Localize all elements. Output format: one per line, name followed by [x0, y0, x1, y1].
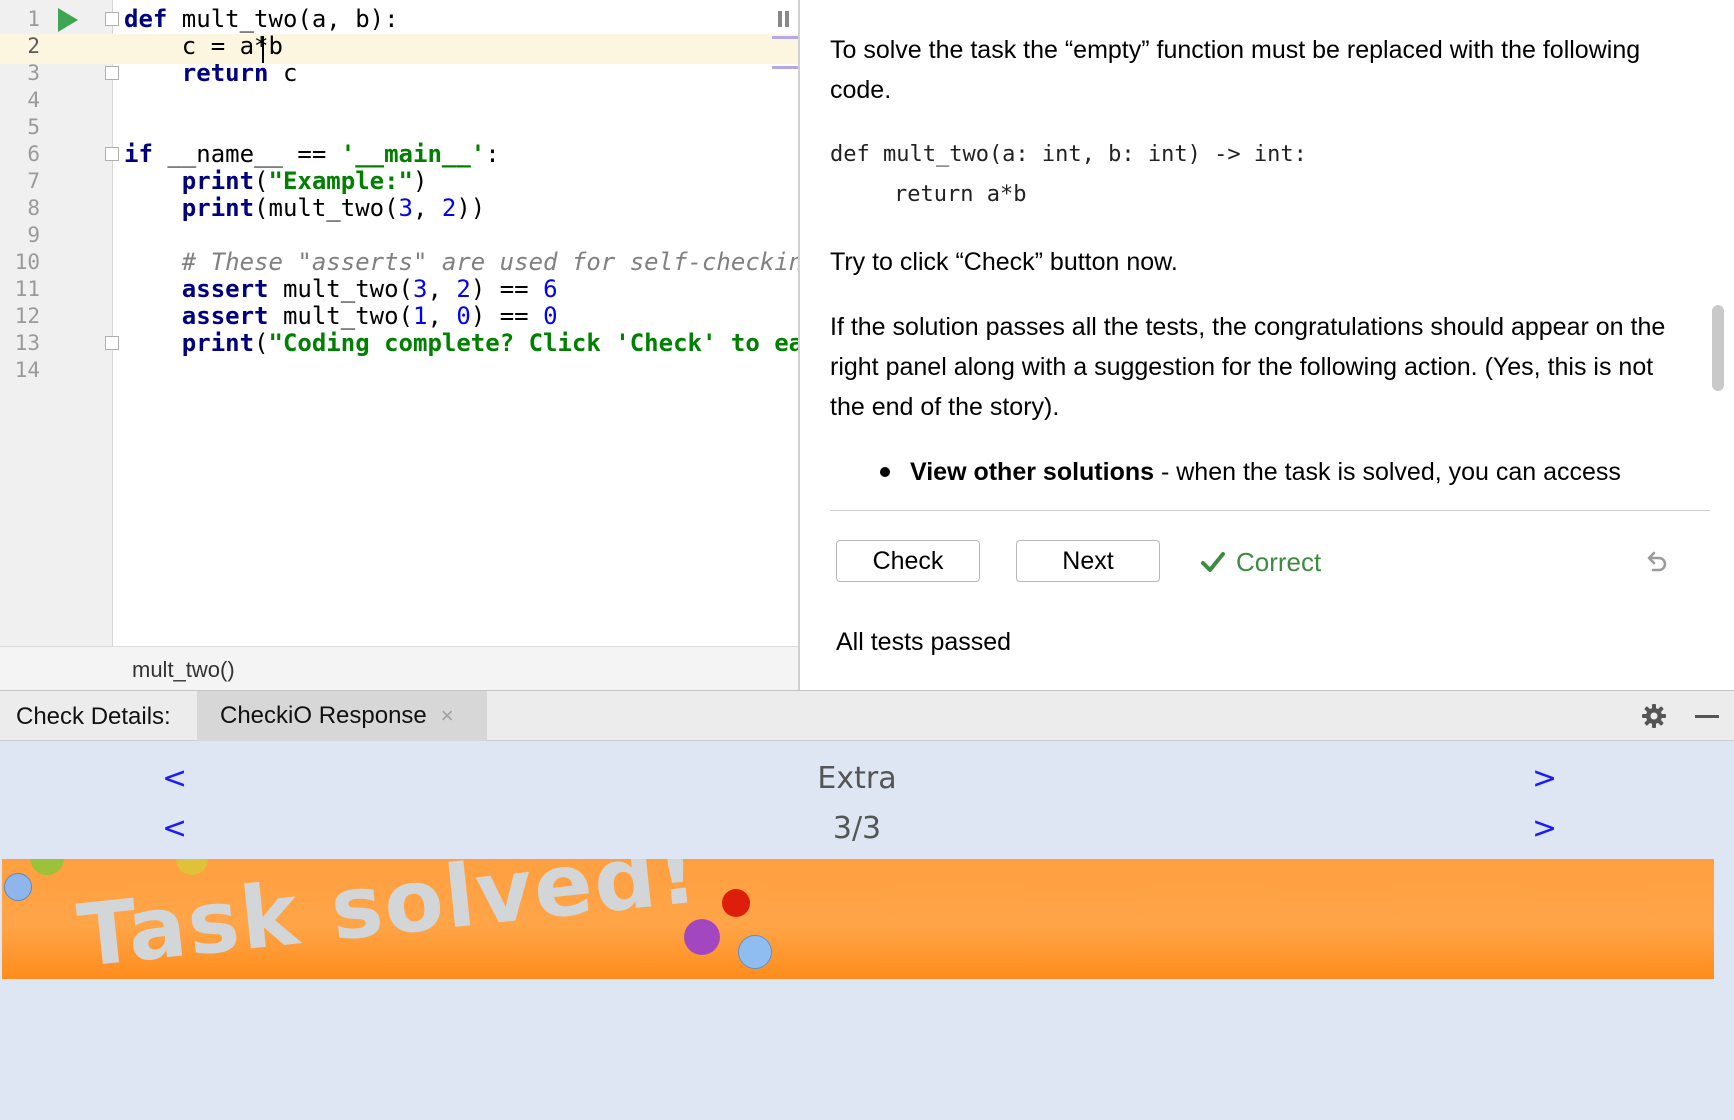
gear-icon[interactable]: [1641, 703, 1667, 729]
fold-icon[interactable]: [105, 12, 119, 26]
run-icon[interactable]: [58, 8, 78, 32]
line-number: 9: [27, 223, 40, 247]
divider: [830, 510, 1710, 511]
tool-window-title: Check Details:: [16, 703, 171, 730]
change-marker: [772, 36, 798, 39]
task-paragraph: To solve the task the “empty” function m…: [830, 36, 1641, 104]
task-bullet: View other solutions - when the task is …: [910, 452, 1710, 492]
code-line[interactable]: print("Coding complete? Click 'Check' to…: [124, 328, 798, 358]
line-number: 4: [27, 88, 40, 112]
status-label: Correct: [1236, 546, 1322, 577]
bullet-heading: View other solutions: [910, 458, 1155, 486]
reset-icon[interactable]: [1642, 548, 1670, 576]
next-button[interactable]: Next: [1016, 540, 1160, 582]
decorative-ball: [684, 919, 720, 955]
code-line[interactable]: return c: [124, 58, 298, 88]
tests-status: All tests passed: [836, 628, 1012, 656]
change-marker: [772, 66, 798, 69]
code-line[interactable]: print(mult_two(3, 2)): [124, 193, 485, 223]
prev-category-button[interactable]: <: [162, 761, 187, 796]
next-category-button[interactable]: >: [1532, 761, 1557, 796]
status-badge: Correct: [1200, 545, 1321, 579]
line-number: 11: [14, 277, 40, 301]
line-number: 6: [27, 142, 40, 166]
decorative-ball: [30, 859, 64, 875]
line-number: 3: [27, 61, 40, 85]
code-line[interactable]: if __name__ == '__main__':: [124, 139, 500, 169]
scrollbar[interactable]: [1712, 305, 1724, 391]
banner-text: Task solved!: [73, 859, 704, 979]
code-line[interactable]: def mult_two(a, b):: [124, 4, 399, 34]
code-line[interactable]: c = a*b: [124, 31, 283, 61]
line-number: 1: [27, 7, 40, 31]
response-navigator: < Extra > < 3/3 >: [0, 741, 1734, 849]
fold-icon[interactable]: [105, 147, 119, 161]
line-number: 5: [27, 115, 40, 139]
decorative-ball: [176, 859, 208, 875]
prev-test-button[interactable]: <: [162, 811, 187, 846]
bullet-text: - when the task is solved, you can acces…: [1154, 458, 1621, 486]
check-details-tool-window: Check Details: CheckiO Response × < Extr…: [0, 690, 1734, 1120]
checkmark-icon: [1201, 552, 1225, 572]
decorative-ball: [722, 889, 750, 917]
tab-label: CheckiO Response: [220, 702, 427, 729]
decorative-ball: [738, 935, 772, 969]
task-code-line: def mult_two(a: int, b: int) -> int:: [830, 142, 1307, 167]
minimize-icon[interactable]: [1695, 715, 1719, 718]
task-description-panel: To solve the task the “empty” function m…: [802, 0, 1734, 690]
check-button[interactable]: Check: [836, 540, 980, 582]
breadcrumb-function[interactable]: mult_two(): [132, 657, 235, 683]
line-number: 2: [27, 34, 40, 58]
tool-window-header: Check Details: CheckiO Response ×: [0, 691, 1734, 741]
bullet-dot: [880, 467, 890, 477]
fold-icon[interactable]: [105, 66, 119, 80]
fold-icon[interactable]: [105, 336, 119, 350]
task-paragraph: If the solution passes all the tests, th…: [830, 313, 1666, 421]
tab-checkio-response[interactable]: CheckiO Response ×: [197, 691, 487, 741]
text-caret: [262, 36, 264, 63]
line-number: 12: [14, 304, 40, 328]
next-test-button[interactable]: >: [1532, 811, 1557, 846]
task-code-line: return a*b: [894, 182, 1027, 207]
pause-icon[interactable]: [778, 11, 790, 27]
line-number: 10: [14, 250, 40, 274]
breadcrumb: mult_two(): [0, 646, 798, 690]
current-line-highlight: [0, 34, 798, 64]
task-paragraph: Try to click “Check” button now.: [830, 248, 1178, 276]
line-number: 8: [27, 196, 40, 220]
code-line[interactable]: # These "asserts" are used for self-chec…: [124, 247, 798, 277]
line-number: 7: [27, 169, 40, 193]
line-number: 14: [14, 358, 40, 382]
code-line[interactable]: assert mult_two(1, 0) == 0: [124, 301, 558, 331]
code-line[interactable]: print("Example:"): [124, 166, 428, 196]
line-number: 13: [14, 331, 40, 355]
test-counter: 3/3: [832, 811, 882, 846]
close-icon[interactable]: ×: [441, 703, 454, 729]
category-label: Extra: [817, 761, 897, 796]
task-solved-banner: Task solved!: [2, 859, 1714, 979]
code-editor[interactable]: 1 2 3 4 5 6 7 8 9 10 11 12 13 14 def mul…: [0, 0, 800, 690]
decorative-ball: [4, 873, 32, 901]
code-line[interactable]: assert mult_two(3, 2) == 6: [124, 274, 558, 304]
